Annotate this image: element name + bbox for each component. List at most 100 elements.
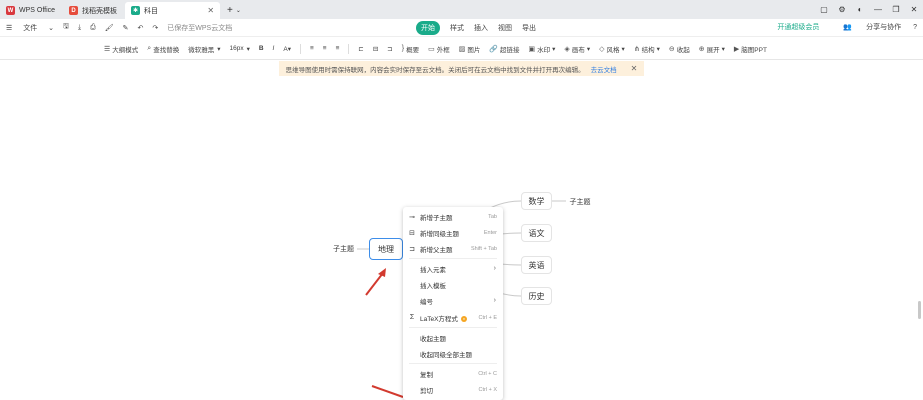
tab-start[interactable]: 开始	[416, 21, 440, 35]
mindmap-ppt-button[interactable]: ▶ 脑图PPT	[734, 44, 767, 54]
chevron-down-icon: ▾	[552, 45, 556, 53]
bold-button[interactable]: B	[259, 45, 264, 52]
menu-item-cut[interactable]: 剪切 Ctrl + X	[403, 383, 503, 396]
collapse-icon: ⊖	[668, 45, 675, 53]
font-size-select[interactable]: 16px ▾	[229, 45, 249, 53]
frame-icon: ▭	[428, 45, 435, 53]
add-child-icon: ⊸	[409, 213, 415, 221]
context-menu: ⊸ 新增子主题 Tab ⊟ 新增同级主题 Enter ⊐ 新增父主题 Shift…	[403, 207, 503, 400]
chevron-right-icon: ›	[493, 265, 496, 272]
layout-icon[interactable]: ▢	[815, 5, 833, 14]
wps-logo-icon: W	[6, 6, 15, 15]
left-subtopic[interactable]: 子主题	[330, 242, 357, 256]
tab-view[interactable]: 视图	[498, 23, 512, 33]
tab-wps-office[interactable]: W WPS Office	[0, 2, 61, 19]
format-painter-icon[interactable]: 🖌	[105, 24, 114, 32]
font-color-button[interactable]: A▾	[283, 45, 291, 53]
italic-icon: I	[272, 45, 275, 52]
export-icon[interactable]: ⤓	[78, 24, 81, 32]
find-replace-button[interactable]: ⌕ 查找替换	[147, 44, 179, 54]
watermark-button[interactable]: ▣ 水印 ▾	[529, 44, 556, 54]
close-window-icon[interactable]: ✕	[905, 5, 923, 14]
style-button[interactable]: ◇ 风格 ▾	[599, 44, 625, 54]
docer-logo-icon: D	[69, 6, 79, 15]
redo-icon[interactable]: ↷	[152, 24, 158, 32]
go-cloud-docs-link[interactable]: 去云文档	[591, 64, 617, 74]
parent-topic-icon: ⊐	[387, 45, 393, 53]
italic-button[interactable]: I	[273, 45, 275, 52]
tab-insert[interactable]: 插入	[474, 23, 488, 33]
font-color-icon: A▾	[283, 45, 291, 53]
structure-icon: ⋔	[633, 45, 640, 53]
align-left-button[interactable]: ≡	[310, 45, 314, 52]
tab-label: 找稻壳模板	[82, 7, 118, 15]
new-tab-button[interactable]: + ⌄	[222, 2, 246, 19]
menu-item-latex[interactable]: Σ LaTeX方程式 v Ctrl + E	[403, 311, 503, 324]
print-preview-icon[interactable]: ⎙	[90, 24, 96, 32]
chevron-down-icon: ⌄	[235, 8, 241, 14]
chevron-down-icon: ▾	[721, 45, 725, 53]
align-right-button[interactable]: ≡	[336, 45, 340, 52]
share-button[interactable]: 👥 分享与协作	[831, 22, 901, 32]
canvas-icon: ◈	[564, 45, 570, 53]
watermark-icon: ▣	[528, 45, 536, 53]
menu-item-add-child[interactable]: ⊸ 新增子主题 Tab	[403, 210, 503, 223]
menu-item-numbering[interactable]: 编号 ›	[403, 294, 503, 307]
help-icon[interactable]: ?	[913, 24, 917, 31]
file-menu[interactable]: ☰ 文件 ⌄	[6, 23, 54, 33]
menu-item-insert-element[interactable]: 插入元素 ›	[403, 262, 503, 275]
align-right-icon: ≡	[335, 45, 340, 52]
font-select[interactable]: 微软雅黑 ▾	[188, 44, 220, 54]
restore-icon[interactable]: ❐	[887, 5, 905, 14]
vip-badge-icon: v	[460, 315, 467, 322]
tab-style[interactable]: 样式	[450, 23, 464, 33]
tab-mindmap-file[interactable]: ✱ 科目 ✕	[125, 2, 221, 19]
menu-item-collapse-siblings[interactable]: 收起同级全部主题	[403, 347, 503, 360]
expand-button[interactable]: ⊕ 展开 ▾	[699, 44, 725, 54]
menu-item-copy[interactable]: 复制 Ctrl + C	[403, 367, 503, 380]
chevron-down-icon: ▾	[246, 45, 250, 53]
align-center-icon: ≡	[322, 45, 327, 52]
save-icon[interactable]: 🖫	[63, 22, 69, 33]
topic-english[interactable]: 英语	[521, 256, 552, 274]
add-sibling-topic-button[interactable]: ⊟	[373, 45, 378, 53]
undo-icon[interactable]: ↶	[138, 24, 144, 32]
structure-button[interactable]: ⋔ 结构 ▾	[634, 44, 660, 54]
outline-mode-button[interactable]: ☰ 大纲模式	[104, 44, 138, 54]
summary-button[interactable]: } 概要	[402, 44, 419, 54]
tab-docer-templates[interactable]: D 找稻壳模板	[63, 2, 123, 19]
add-parent-topic-button[interactable]: ⊐	[387, 45, 392, 53]
hyperlink-button[interactable]: 🔗 超链接	[489, 44, 519, 54]
eraser-icon[interactable]: ✎	[123, 24, 129, 32]
menu-item-collapse-topic[interactable]: 收起主题	[403, 331, 503, 344]
close-banner-icon[interactable]: ✕	[631, 64, 638, 73]
topic-history[interactable]: 历史	[521, 287, 552, 305]
frame-button[interactable]: ▭ 外框	[428, 44, 450, 54]
tab-export[interactable]: 导出	[522, 23, 536, 33]
menu-item-insert-template[interactable]: 插入模板	[403, 278, 503, 291]
settings-icon[interactable]: ⚙	[833, 5, 851, 14]
avatar-icon[interactable]: ◐	[851, 5, 869, 14]
collapse-button[interactable]: ⊖ 收起	[669, 44, 690, 54]
topic-math[interactable]: 数学	[521, 192, 552, 210]
math-subtopic[interactable]: 子主题	[566, 195, 594, 208]
expand-icon: ⊕	[698, 45, 705, 53]
vertical-scrollbar[interactable]	[918, 301, 921, 319]
menu-item-add-parent[interactable]: ⊐ 新增父主题 Shift + Tab	[403, 242, 503, 255]
outline-icon: ☰	[104, 45, 111, 53]
menu-item-add-sibling[interactable]: ⊟ 新增同级主题 Enter	[403, 226, 503, 239]
annotation-arrow-line-2	[371, 385, 404, 398]
cloud-notice-banner: 思维导图使用时需保持联网，内容会实时保存至云文档。关闭后可在云文档中找到文件并打…	[279, 61, 644, 76]
upgrade-link[interactable]: 开通超级会员	[777, 22, 819, 32]
add-child-topic-button[interactable]: ⊏	[358, 45, 363, 53]
menu-divider	[409, 327, 497, 328]
topic-chinese[interactable]: 语文	[521, 224, 552, 242]
image-button[interactable]: ▨ 图片	[459, 44, 481, 54]
minimize-icon[interactable]: —	[869, 5, 887, 14]
root-topic[interactable]: 地理	[369, 238, 403, 260]
close-tab-icon[interactable]: ✕	[207, 6, 214, 15]
canvas-button[interactable]: ◈ 画布 ▾	[564, 44, 590, 54]
align-center-button[interactable]: ≡	[323, 45, 327, 52]
chevron-down-icon: ▾	[586, 45, 591, 53]
chevron-down-icon: ▾	[217, 45, 221, 53]
